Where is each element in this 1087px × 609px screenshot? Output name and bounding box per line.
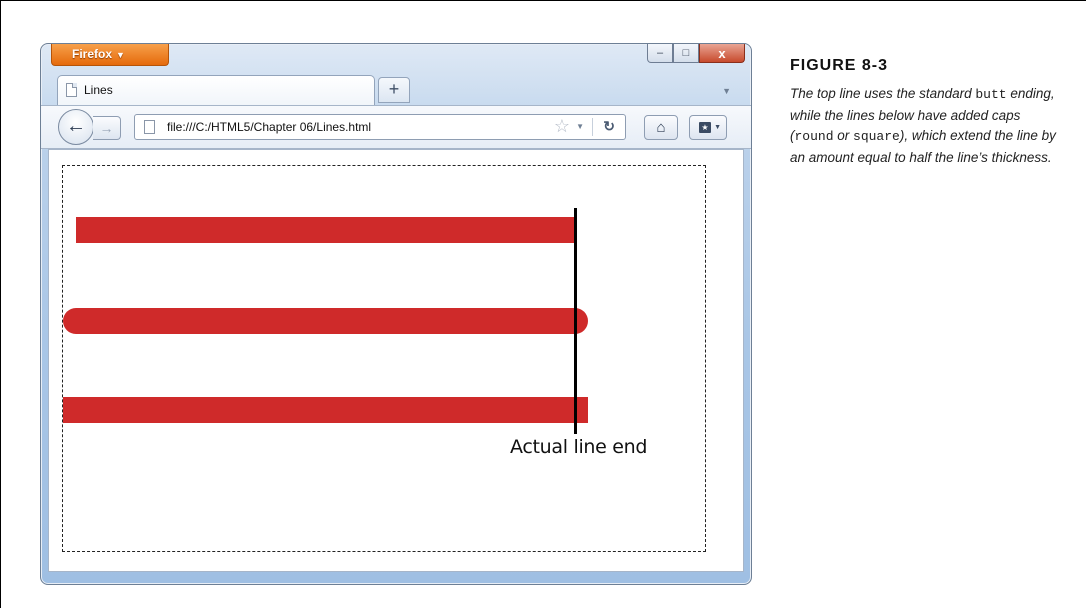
home-button[interactable]: ⌂	[644, 115, 678, 140]
caption-code: round	[794, 129, 834, 144]
forward-button[interactable]: →	[93, 116, 121, 140]
figure-title: FIGURE 8-3	[790, 57, 889, 74]
caption-text: or	[833, 128, 854, 143]
back-arrow-icon: ←	[66, 115, 86, 137]
forward-arrow-icon: →	[99, 120, 114, 136]
reload-icon[interactable]: ↻	[603, 118, 615, 135]
window-controls: – □ x	[647, 44, 745, 64]
url-text: file:///C:/HTML5/Chapter 06/Lines.html	[167, 120, 372, 134]
line-end-marker	[574, 208, 577, 434]
home-icon: ⌂	[656, 119, 666, 136]
tab-label: Lines	[84, 83, 113, 97]
minimize-button[interactable]: –	[647, 44, 673, 63]
chevron-down-icon: ▼	[116, 50, 125, 60]
maximize-icon: □	[682, 47, 690, 59]
caption-code: butt	[975, 87, 1007, 102]
chevron-down-icon: ▼	[714, 124, 721, 131]
page-icon	[66, 83, 77, 97]
caption-code: square	[853, 129, 900, 144]
navigation-toolbar: ← → file:///C:/HTML5/Chapter 06/Lines.ht…	[41, 105, 751, 149]
maximize-button[interactable]: □	[673, 44, 699, 63]
divider	[592, 118, 593, 136]
back-button[interactable]: ←	[58, 109, 94, 145]
caption-text: The top line uses the standard	[790, 86, 976, 101]
figure-caption: The top line uses the standard butt endi…	[790, 84, 1060, 168]
tab-lines[interactable]: Lines	[57, 75, 375, 105]
address-bar[interactable]: file:///C:/HTML5/Chapter 06/Lines.html ☆…	[134, 114, 626, 140]
firefox-menu-label: Firefox	[72, 47, 113, 61]
square-cap-line	[63, 397, 588, 423]
tab-list-arrow-icon[interactable]: ▼	[722, 86, 731, 96]
close-icon: x	[718, 45, 726, 61]
bookmarks-icon: ★	[699, 122, 711, 133]
round-cap-line	[63, 308, 588, 334]
bookmark-star-icon[interactable]: ☆	[554, 116, 570, 137]
line-end-label: Actual line end	[510, 436, 648, 458]
butt-cap-line	[76, 217, 575, 243]
new-tab-button[interactable]: +	[378, 77, 410, 103]
minimize-icon: –	[656, 47, 664, 59]
firefox-menu-button[interactable]: Firefox ▼	[51, 44, 169, 66]
history-dropdown-icon[interactable]: ▼	[576, 122, 584, 131]
page-icon	[144, 120, 155, 134]
bookmarks-button[interactable]: ★ ▼	[689, 115, 727, 140]
close-button[interactable]: x	[699, 44, 745, 63]
